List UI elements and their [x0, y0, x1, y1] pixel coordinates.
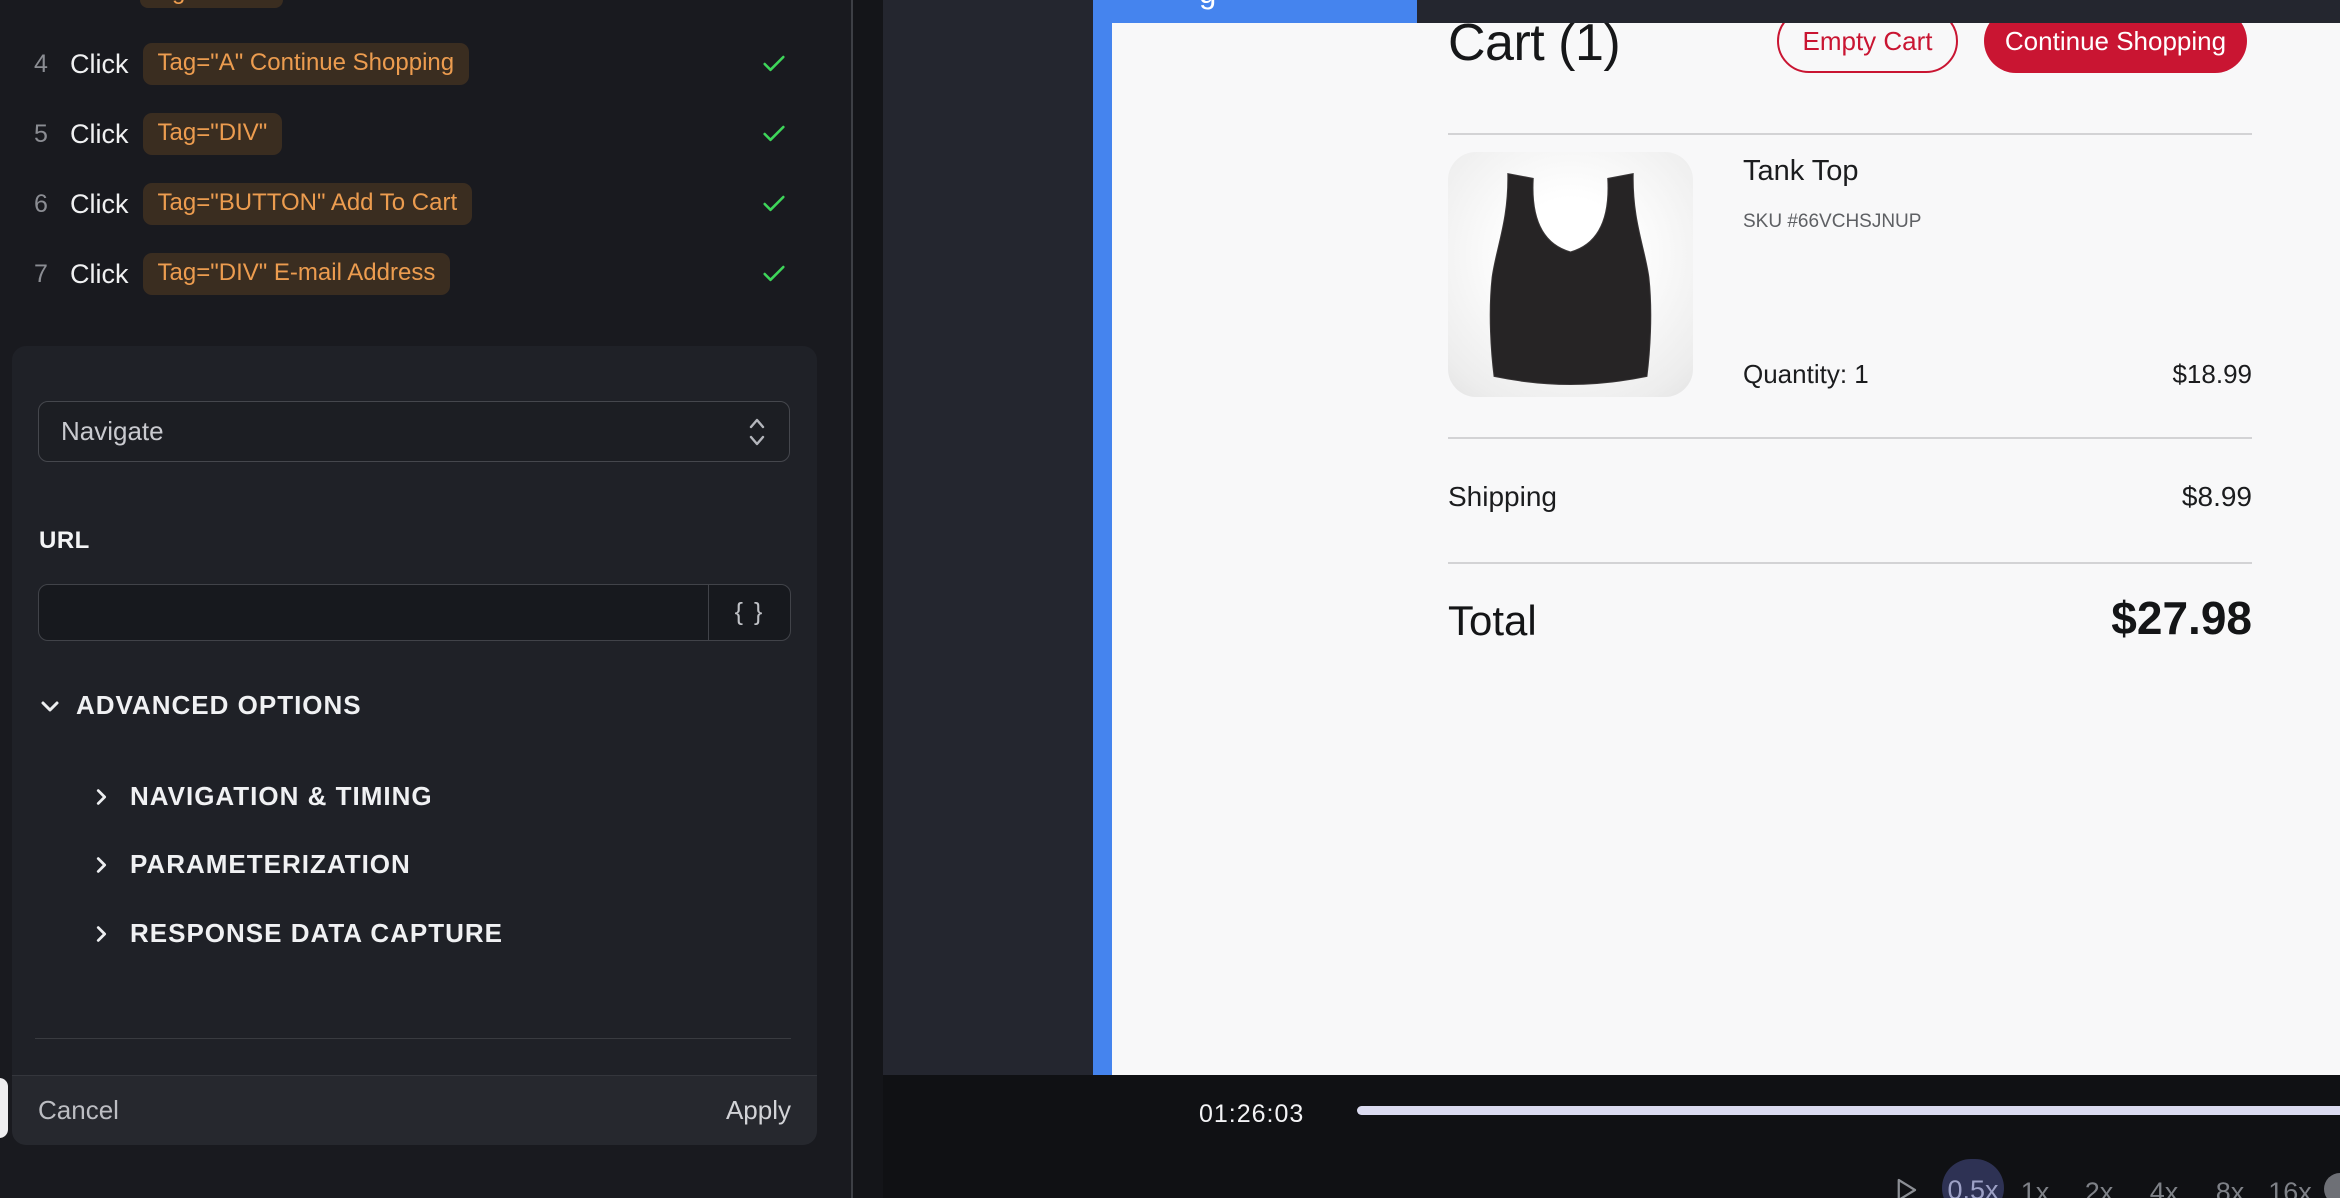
speed-option-0-5x: 0.5x [1947, 1175, 1998, 1198]
chevron-right-icon [90, 853, 112, 877]
app-screen: g 4 Click Tag="A" Continue Shopping 5 Cl… [0, 0, 2340, 1198]
speed-option-16x[interactable]: 16x [2268, 1177, 2312, 1198]
apply-button[interactable]: Apply [726, 1095, 791, 1126]
step-row-5[interactable]: 5 Click Tag="DIV" [0, 112, 851, 156]
truncated-badge-text: g [172, 0, 185, 6]
step-number: 5 [34, 120, 62, 149]
playback-timestamp: 01:26:03 [1199, 1100, 1304, 1129]
playback-control-bar: 01:26:03 0.5x 1x 2x 4x 8x 16x [883, 1075, 2340, 1198]
shipping-label: Shipping [1448, 481, 1557, 513]
step-target-badge: Tag="DIV" E-mail Address [143, 253, 451, 295]
playback-progress-bar[interactable] [1357, 1106, 2340, 1115]
url-field-label: URL [39, 527, 90, 555]
section-label: RESPONSE DATA CAPTURE [130, 918, 503, 949]
speed-option-4x[interactable]: 4x [2150, 1177, 2179, 1198]
speed-option-2x[interactable]: 2x [2085, 1177, 2114, 1198]
step-row-7[interactable]: 7 Click Tag="DIV" E-mail Address [0, 252, 851, 296]
section-label: NAVIGATION & TIMING [130, 781, 433, 812]
tank-top-photo [1448, 152, 1693, 397]
chevron-down-icon [38, 694, 62, 718]
advanced-options-label: ADVANCED OPTIONS [76, 690, 362, 721]
more-controls-button[interactable] [2324, 1173, 2340, 1198]
product-image [1448, 152, 1693, 397]
url-input-group: { } [38, 584, 791, 641]
product-sku: SKU #66VCHSJNUP [1743, 211, 1921, 233]
step-action-label: Click [70, 259, 129, 290]
sidebar-collapse-handle[interactable] [0, 1078, 8, 1138]
truncated-step-badge[interactable]: g [140, 0, 283, 8]
steps-sidebar: g 4 Click Tag="A" Continue Shopping 5 Cl… [0, 0, 851, 1198]
topbar-text-fragment: g [1199, 0, 1216, 11]
chevron-right-icon [90, 785, 112, 809]
insert-variable-button[interactable]: { } [708, 585, 790, 640]
url-input[interactable] [39, 585, 708, 640]
step-row-6[interactable]: 6 Click Tag="BUTTON" Add To Cart [0, 182, 851, 226]
step-number: 4 [34, 50, 62, 79]
stage-gutter [853, 0, 883, 1198]
continue-shopping-label: Continue Shopping [2005, 26, 2226, 57]
play-icon[interactable] [1890, 1175, 1920, 1198]
cancel-button[interactable]: Cancel [38, 1095, 119, 1126]
step-target-badge: Tag="A" Continue Shopping [143, 43, 470, 85]
product-quantity: Quantity: 1 [1743, 359, 1869, 390]
divider [1448, 437, 2252, 439]
step-action-label: Click [70, 119, 129, 150]
viewport-highlight-topbar: g [1093, 0, 1417, 23]
empty-cart-button[interactable]: Empty Cart [1777, 23, 1958, 73]
speed-option-1x[interactable]: 1x [2021, 1177, 2050, 1198]
step-row-4[interactable]: 4 Click Tag="A" Continue Shopping [0, 42, 851, 86]
success-check-icon [760, 190, 788, 218]
success-check-icon [760, 50, 788, 78]
active-speed-pill[interactable]: 0.5x [1942, 1159, 2004, 1198]
total-price: $27.98 [2111, 591, 2252, 645]
select-caret-icon [747, 417, 767, 447]
advanced-options-toggle[interactable]: ADVANCED OPTIONS [38, 690, 362, 721]
viewport-highlight-border [1093, 0, 1112, 1075]
step-action-label: Click [70, 49, 129, 80]
speed-option-8x[interactable]: 8x [2216, 1177, 2245, 1198]
continue-shopping-button[interactable]: Continue Shopping [1984, 23, 2247, 73]
recording-stage: g Cart (1) Empty Cart Continue Shopping … [883, 0, 2340, 1075]
divider [1448, 133, 2252, 135]
step-action-label: Click [70, 189, 129, 220]
empty-cart-label: Empty Cart [1802, 26, 1932, 57]
action-type-select[interactable]: Navigate [38, 401, 790, 462]
step-editor-panel: Navigate URL { } ADVANCED OPTIONS NAVIGA… [12, 346, 817, 1145]
section-parameterization[interactable]: PARAMETERIZATION [90, 849, 411, 880]
panel-footer: Cancel Apply [12, 1075, 817, 1145]
divider [1448, 562, 2252, 564]
shipping-price: $8.99 [2182, 481, 2252, 513]
total-label: Total [1448, 597, 1537, 645]
step-target-badge: Tag="DIV" [143, 113, 283, 155]
braces-icon: { } [735, 598, 765, 627]
step-target-badge: Tag="BUTTON" Add To Cart [143, 183, 473, 225]
cart-page-title: Cart (1) [1448, 23, 1620, 73]
section-label: PARAMETERIZATION [130, 849, 411, 880]
panel-divider [35, 1038, 791, 1039]
step-number: 6 [34, 190, 62, 219]
success-check-icon [760, 120, 788, 148]
product-price: $18.99 [2172, 359, 2252, 390]
success-check-icon [760, 260, 788, 288]
browser-viewport: Cart (1) Empty Cart Continue Shopping Ta… [1112, 23, 2340, 1075]
section-response-data-capture[interactable]: RESPONSE DATA CAPTURE [90, 918, 503, 949]
step-number: 7 [34, 260, 62, 289]
section-navigation-timing[interactable]: NAVIGATION & TIMING [90, 781, 433, 812]
product-name: Tank Top [1743, 155, 1859, 188]
chevron-right-icon [90, 922, 112, 946]
action-type-value: Navigate [61, 416, 164, 447]
